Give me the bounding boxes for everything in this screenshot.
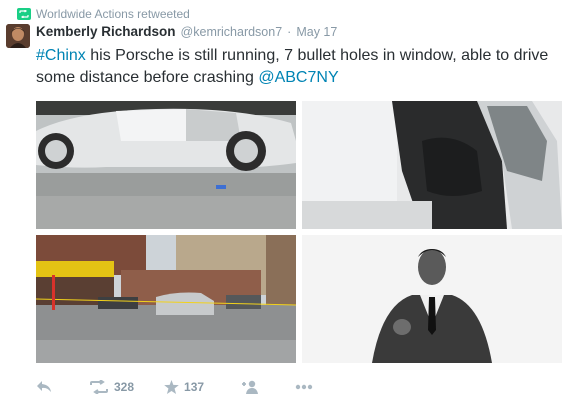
star-icon — [164, 380, 179, 394]
more-icon — [295, 384, 313, 390]
hashtag-link[interactable]: #Chinx — [36, 47, 86, 64]
follow-button[interactable] — [241, 380, 259, 394]
mention-link[interactable]: @ABC7NY — [258, 69, 338, 86]
tweet-text: #Chinx his Porsche is still running, 7 b… — [36, 45, 556, 89]
tweet-header: Kemberly Richardson @kemrichardson7 · Ma… — [36, 24, 337, 42]
favorite-count: 137 — [184, 380, 205, 394]
retweet-context-label[interactable]: Worldwide Actions retweeted — [36, 7, 190, 21]
author-name[interactable]: Kemberly Richardson — [36, 24, 176, 39]
more-button[interactable] — [295, 384, 313, 390]
retweet-button[interactable]: 328 — [89, 380, 134, 394]
reply-button[interactable] — [36, 380, 52, 394]
retweet-context-icon — [17, 8, 31, 20]
photo-porsche-side[interactable] — [36, 101, 296, 229]
header-separator: · — [287, 25, 292, 39]
photo-portrait[interactable] — [302, 235, 562, 363]
tweet-date[interactable]: May 17 — [296, 25, 337, 39]
reply-icon — [37, 381, 51, 392]
photo-porsche-door-interior[interactable] — [302, 101, 562, 229]
author-handle[interactable]: @kemrichardson7 — [181, 25, 283, 39]
favorite-button[interactable]: 137 — [164, 380, 204, 394]
avatar[interactable] — [6, 24, 30, 48]
retweet-icon — [90, 380, 108, 394]
tweet-actions: 328 137 — [36, 378, 313, 396]
add-user-icon — [242, 380, 259, 394]
retweet-context: Worldwide Actions retweeted — [17, 6, 190, 22]
photo-street-scene[interactable] — [36, 235, 296, 363]
retweet-count: 328 — [114, 380, 135, 394]
